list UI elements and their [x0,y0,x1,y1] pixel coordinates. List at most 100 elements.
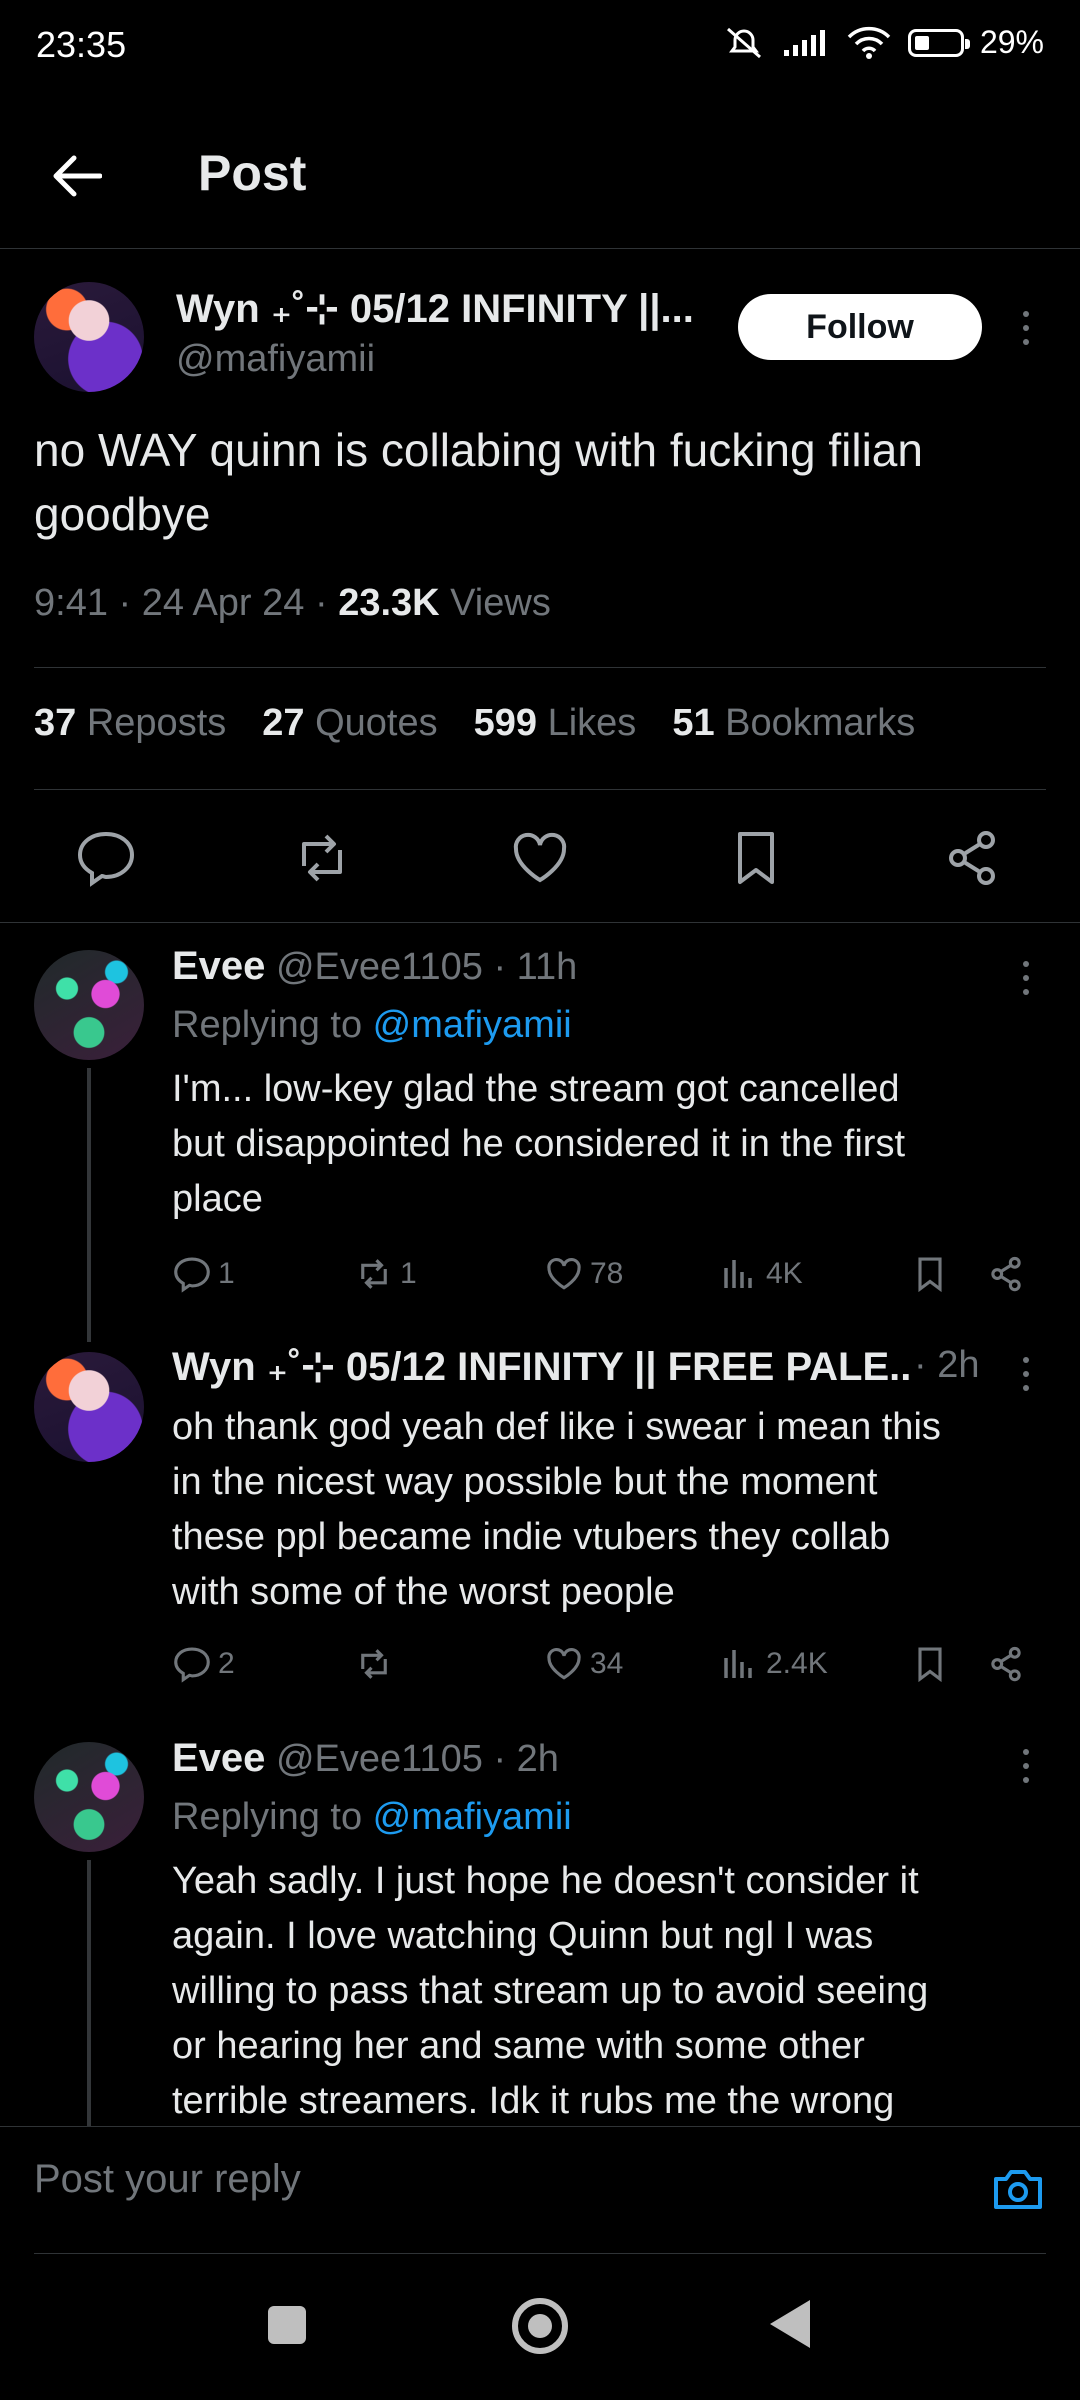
like-count: 34 [590,1647,624,1680]
quotes-count: 27 [262,702,305,744]
views-count: 23.3K [338,582,440,624]
reply-author-name[interactable]: Evee [172,1736,265,1780]
reply-share-button[interactable] [986,1644,1026,1684]
reply-text: oh thank god yeah def like i swear i mea… [172,1400,1072,1620]
reply-repost-button[interactable]: 1 [354,1254,417,1294]
reply-count: 2 [218,1647,235,1680]
reply-views-button[interactable]: 4K [720,1254,803,1294]
follow-button[interactable]: Follow [738,294,982,360]
post-action-bar [0,810,1080,906]
reply-like-button[interactable]: 34 [544,1644,623,1684]
like-icon [547,1647,581,1680]
page-title: Post [198,145,307,201]
post-text-line: goodbye [34,488,211,540]
more-dot-icon [1023,975,1029,981]
wifi-icon [847,26,891,59]
replying-to-link[interactable]: @mafiyamii [373,1004,572,1046]
bookmark-icon[interactable] [724,826,788,890]
reply-handle-time[interactable]: · 2h [914,1344,979,1390]
post-text-line: no WAY quinn is collabing with fucking f… [34,424,923,476]
reply-avatar[interactable] [34,1742,144,1852]
reply-count: 1 [218,1257,235,1290]
reply-input[interactable]: Post your reply [34,2157,301,2202]
reply-author-name[interactable]: Wyn ₊˚⊹ 05/12 INFINITY || FREE PALE... [172,1344,912,1390]
author-name[interactable]: Wyn ₊˚⊹ 05/12 INFINITY ||... [176,286,696,332]
nav-back-button[interactable] [770,2300,810,2348]
like-icon[interactable] [508,826,572,890]
recents-button[interactable] [268,2306,306,2344]
more-dot-icon [1023,339,1029,345]
repost-icon[interactable] [290,826,354,890]
divider [0,922,1080,923]
author-handle[interactable]: @mafiyamii [176,338,375,381]
thread-line [87,1860,91,2126]
reply-handle-time[interactable]: @Evee1105 · 11h [276,946,577,988]
reply-share-button[interactable] [986,1254,1026,1294]
replying-to: Replying to @mafiyamii [172,1004,572,1047]
reply-bookmark-button[interactable] [910,1644,950,1684]
reply-header: Evee @Evee1105 · 2h [172,1736,559,1781]
home-button[interactable] [512,2298,568,2354]
share-icon [991,1646,1021,1682]
camera-icon[interactable] [990,2161,1046,2217]
reply-composer: Post your reply [0,2126,1080,2255]
quotes-label: Quotes [315,702,438,744]
post-text: no WAY quinn is collabing with fucking f… [34,418,1054,546]
reply-text-line: oh thank god yeah def like i swear i mea… [172,1406,941,1448]
more-dot-icon [1023,1371,1029,1377]
replying-to: Replying to @mafiyamii [172,1796,572,1839]
reply-text-line: again. I love watching Quinn but ngl I w… [172,1915,874,1957]
divider [34,789,1046,790]
reply-views-button[interactable]: 2.4K [720,1644,828,1684]
views-label: Views [439,582,551,624]
bookmarks-label: Bookmarks [725,702,916,744]
reply-header: Wyn ₊˚⊹ 05/12 INFINITY || FREE PALE... ·… [172,1344,1002,1390]
reply-more-button[interactable] [1010,956,1042,1000]
views-icon [724,1650,752,1678]
battery-percent: 29% [979,24,1044,60]
more-dot-icon [1023,1385,1029,1391]
reply-like-button[interactable]: 78 [544,1254,623,1294]
reply-action-bar: 1 1 78 4K [172,1254,1032,1298]
reposts-count: 37 [34,702,77,744]
reply-more-button[interactable] [1010,1744,1042,1788]
post-more-button[interactable] [1010,306,1042,350]
reply-header: Evee @Evee1105 · 11h [172,944,577,989]
reply-more-button[interactable] [1010,1352,1042,1396]
reply-comment-button[interactable]: 1 [172,1254,235,1294]
repost-count: 1 [400,1257,417,1290]
system-navigation-bar [0,2254,1080,2400]
reposts-label: Reposts [86,702,227,744]
author-avatar[interactable] [34,282,144,392]
views-count: 4K [766,1257,803,1290]
replying-to-link[interactable]: @mafiyamii [373,1796,572,1838]
post-stats: 37 Reposts 27 Quotes 599 Likes 51 Bookma… [34,702,915,745]
more-dot-icon [1023,989,1029,995]
status-bar: 23:35 29% [0,0,1080,92]
reply-avatar[interactable] [34,950,144,1060]
reply-text-line: in the nicest way possible but the momen… [172,1461,878,1503]
reply-comment-button[interactable]: 2 [172,1644,235,1684]
reply-text: I'm... low-key glad the stream got cance… [172,1062,1072,1227]
bookmarks-stat[interactable]: 51 Bookmarks [672,702,915,745]
reply-avatar[interactable] [34,1352,144,1462]
reply-bookmark-button[interactable] [910,1254,950,1294]
reply-text-line: with some of the worst people [172,1571,675,1613]
quotes-stat[interactable]: 27 Quotes [262,702,437,745]
status-time: 23:35 [36,24,127,65]
reply-handle-time[interactable]: @Evee1105 · 2h [276,1738,559,1780]
share-icon[interactable] [940,826,1004,890]
reply-repost-button[interactable] [354,1644,400,1684]
reply-text-line: or hearing her and same with some other [172,2025,865,2067]
reposts-stat[interactable]: 37 Reposts [34,702,226,745]
bookmark-icon [918,1647,942,1683]
reply-author-name[interactable]: Evee [172,944,265,988]
reply-text-line: terrible streamers. Idk it rubs me the w… [172,2080,895,2122]
likes-stat[interactable]: 599 Likes [474,702,637,745]
reply-icon[interactable] [74,826,138,890]
back-arrow-icon [53,155,102,197]
likes-count: 599 [473,702,538,744]
more-dot-icon [1023,1357,1029,1363]
like-count: 78 [590,1257,624,1290]
back-button[interactable] [36,136,116,216]
